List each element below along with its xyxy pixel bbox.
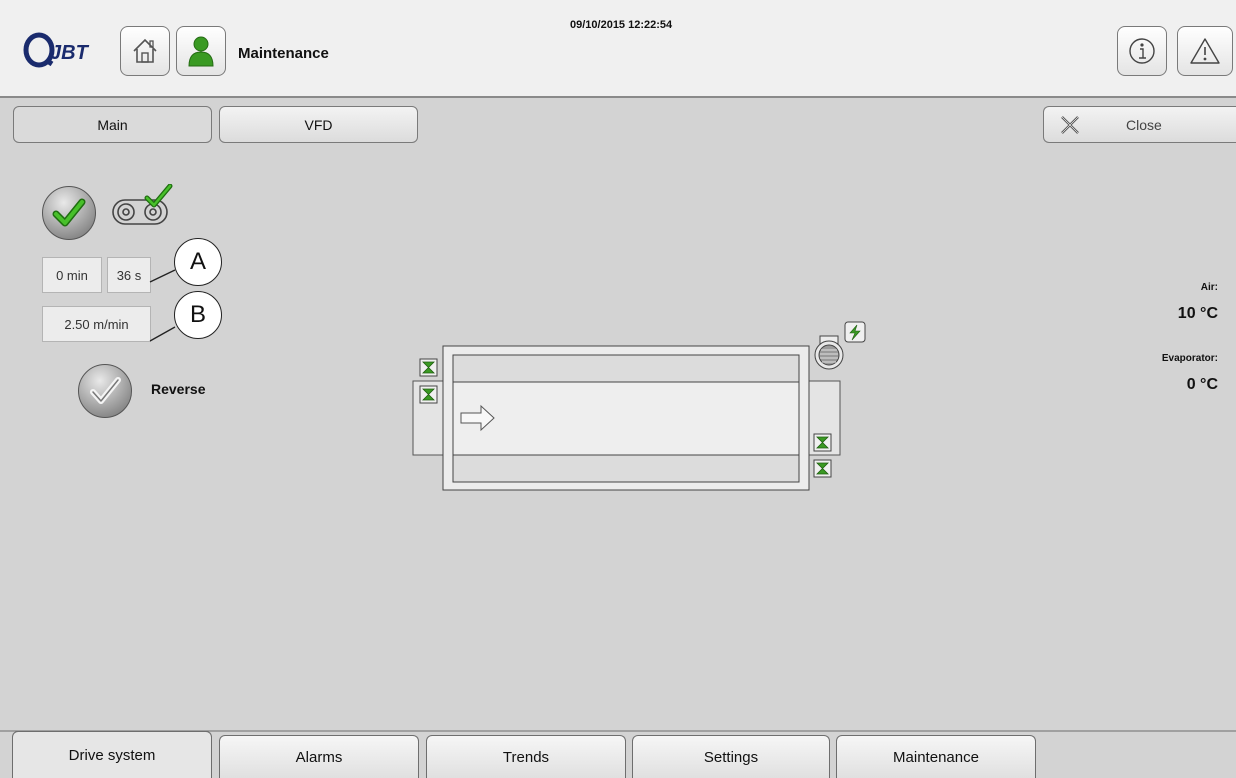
tab-maintenance-label: Maintenance — [893, 748, 979, 766]
sensor-icon — [419, 358, 438, 377]
motor-icon — [814, 335, 844, 370]
tab-maintenance[interactable]: Maintenance — [836, 735, 1036, 778]
power-lightning-icon — [844, 321, 866, 343]
sensor-icon — [419, 385, 438, 404]
tab-drive-system-label: Drive system — [68, 746, 156, 764]
tab-settings-label: Settings — [703, 748, 759, 766]
conveyor-diagram — [412, 321, 866, 491]
tab-trends-label: Trends — [502, 748, 550, 766]
tab-settings[interactable]: Settings — [632, 735, 830, 778]
sensor-icon — [813, 433, 832, 452]
tab-alarms[interactable]: Alarms — [219, 735, 419, 778]
tab-alarms-label: Alarms — [295, 748, 343, 766]
conveyor-bottom-rail — [452, 454, 800, 483]
tab-trends[interactable]: Trends — [426, 735, 626, 778]
conveyor-top-rail — [452, 354, 800, 383]
sensor-icon — [813, 459, 832, 478]
tab-drive-system[interactable]: Drive system — [12, 731, 212, 778]
conveyor-belt — [452, 381, 800, 456]
